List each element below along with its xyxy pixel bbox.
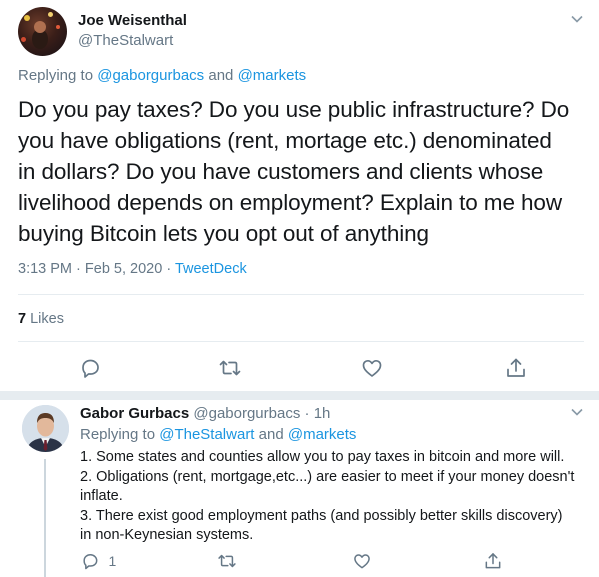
reply-count: 1 — [108, 553, 117, 569]
replying-and: and — [208, 67, 234, 84]
reply-text: 1. Some states and counties allow you to… — [80, 449, 575, 543]
reply-author-handle[interactable]: @gaborgurbacs — [193, 405, 300, 422]
meta-separator: · — [76, 261, 81, 277]
meta-separator: · — [166, 261, 172, 277]
likes-stat[interactable]: 7 Likes — [18, 311, 64, 327]
tweet-time[interactable]: 3:13 PM — [18, 261, 72, 277]
likes-count: 7 — [18, 311, 27, 327]
divider — [18, 294, 584, 295]
heart-icon[interactable] — [360, 356, 384, 380]
tweet-text: Do you pay taxes? Do you use public infr… — [18, 97, 570, 246]
reply-separator: · — [304, 405, 310, 422]
mention-markets[interactable]: @markets — [288, 426, 357, 443]
tweet-meta: 3:13 PM · Feb 5, 2020 · TweetDeck — [18, 261, 247, 277]
heart-icon[interactable] — [352, 551, 372, 571]
reply-reply-button[interactable]: 1 — [80, 551, 116, 571]
tweet-source[interactable]: TweetDeck — [175, 261, 247, 277]
avatar-gabor-gurbacs[interactable] — [22, 405, 69, 452]
chevron-down-icon[interactable] — [570, 12, 584, 26]
mention-thestalwart[interactable]: @TheStalwart — [159, 426, 254, 443]
reply-time[interactable]: 1h — [314, 405, 331, 422]
replying-prefix: Replying to — [18, 67, 94, 84]
conversation-separator — [0, 391, 599, 400]
likes-label: Likes — [30, 311, 64, 327]
replying-and: and — [258, 426, 284, 443]
retweet-icon[interactable] — [217, 551, 237, 571]
thread-line — [44, 459, 46, 577]
replying-to: Replying to @gaborgurbacs and @markets — [18, 67, 306, 84]
author-handle[interactable]: @TheStalwart — [78, 32, 173, 49]
reply-icon — [83, 554, 98, 570]
reply-icon[interactable] — [78, 356, 102, 380]
share-icon[interactable] — [483, 551, 503, 571]
author-name[interactable]: Joe Weisenthal — [78, 12, 187, 29]
reply-author-name[interactable]: Gabor Gurbacs — [80, 405, 189, 422]
share-icon[interactable] — [504, 356, 528, 380]
mention-markets[interactable]: @markets — [238, 67, 307, 84]
retweet-icon[interactable] — [218, 356, 242, 380]
avatar-joe-weisenthal[interactable] — [18, 7, 67, 56]
reply-replying-to: Replying to @TheStalwart and @markets — [80, 426, 356, 443]
mention-gaborgurbacs[interactable]: @gaborgurbacs — [97, 67, 204, 84]
tweet-date[interactable]: Feb 5, 2020 — [85, 261, 162, 277]
chevron-down-icon[interactable] — [570, 405, 584, 419]
divider — [18, 341, 584, 342]
reply-header: Gabor Gurbacs @gaborgurbacs · 1h — [80, 405, 330, 422]
replying-prefix: Replying to — [80, 426, 156, 443]
